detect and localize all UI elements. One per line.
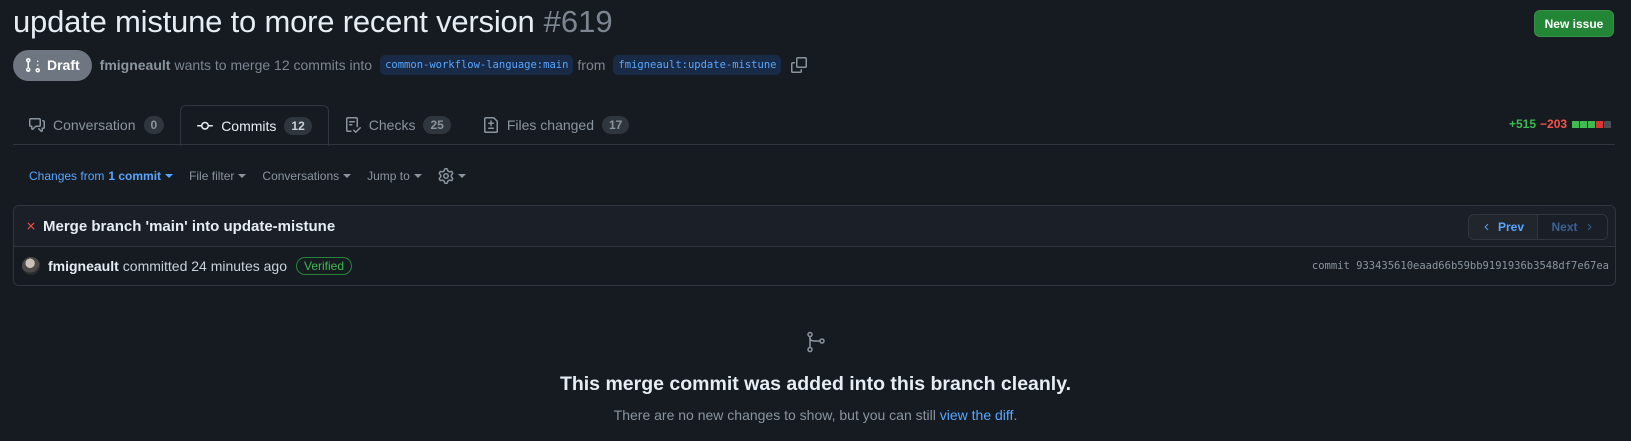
commit-meta: fmigneault committed 24 minutes ago Veri… [14, 247, 1615, 285]
empty-state-subtitle-prefix: There are no new changes to show, but yo… [613, 407, 936, 423]
next-label: Next [1551, 220, 1578, 234]
caret-down-icon [238, 174, 247, 178]
changes-value: 1 commit [108, 169, 162, 183]
empty-state-subtitle-suffix: . [1013, 407, 1018, 423]
copy-icon[interactable] [791, 57, 808, 73]
additions-count: +515 [1509, 117, 1537, 131]
tab-files-changed[interactable]: Files changed 17 [467, 105, 646, 145]
git-branch-icon [804, 330, 828, 359]
changes-from-dropdown[interactable]: Changes from 1 commit [29, 169, 174, 183]
diffstat: +515 −203 [1509, 117, 1612, 131]
caret-down-icon [165, 174, 174, 178]
tab-conversation[interactable]: Conversation 0 [13, 105, 180, 145]
tab-counter: 12 [284, 117, 312, 135]
pr-title: update mistune to more recent version [13, 4, 535, 39]
commit-header: Merge branch 'main' into update-mistune … [14, 206, 1615, 247]
conversations-label: Conversations [262, 169, 340, 183]
diff-toolbar: Changes from 1 commit File filter Conver… [29, 167, 482, 185]
diffstat-block [1580, 121, 1588, 128]
chevron-right-icon [1584, 222, 1594, 232]
comment-discussion-icon [29, 118, 45, 132]
tabs-divider [13, 144, 1615, 145]
from-text: from [577, 57, 606, 73]
head-branch-link[interactable]: fmigneault:update-mistune [613, 55, 782, 75]
tab-label: Checks [368, 117, 416, 133]
prev-button[interactable]: Prev [1469, 215, 1538, 239]
commit-box: Merge branch 'main' into update-mistune … [13, 205, 1616, 286]
diffstat-block [1572, 121, 1580, 128]
changes-prefix: Changes from [29, 169, 105, 183]
caret-down-icon [413, 174, 422, 178]
tab-label: Commits [221, 118, 277, 134]
commit-sha: commit 933435610eaad66b59bb9191936b3548d… [1311, 260, 1609, 272]
gear-icon [438, 168, 454, 184]
pr-title-row: update mistune to more recent version #6… [13, 4, 613, 44]
tab-counter: 0 [143, 116, 165, 134]
tab-counter: 25 [423, 116, 451, 134]
file-filter-dropdown[interactable]: File filter [189, 169, 247, 183]
committed-time: committed 24 minutes ago [122, 258, 287, 274]
chevron-left-icon [1482, 222, 1492, 232]
tab-checks[interactable]: Checks 25 [329, 105, 467, 145]
pr-tabs: Conversation 0 Commits 12 Checks 25 File… [13, 105, 646, 146]
commit-author-link[interactable]: fmigneault [48, 258, 119, 274]
empty-state-title: This merge commit was added into this br… [559, 373, 1072, 395]
empty-state-subtitle: There are no new changes to show, but yo… [0, 407, 1631, 423]
prev-next-group: Prev Next [1468, 214, 1608, 240]
file-diff-icon [483, 117, 498, 133]
conversations-dropdown[interactable]: Conversations [262, 169, 352, 183]
diffstat-blocks [1571, 117, 1612, 131]
next-button[interactable]: Next [1538, 215, 1607, 239]
empty-state: This merge commit was added into this br… [0, 330, 1631, 423]
checklist-icon [345, 117, 361, 133]
diffstat-block [1604, 121, 1612, 128]
jump-to-label: Jump to [367, 169, 410, 183]
prev-label: Prev [1497, 220, 1525, 234]
pr-number: #619 [543, 4, 613, 39]
caret-down-icon [343, 174, 352, 178]
jump-to-dropdown[interactable]: Jump to [367, 169, 422, 183]
pr-meta: Draft fmigneault wants to merge 12 commi… [13, 49, 808, 81]
base-branch-link[interactable]: common-workflow-language:main [380, 55, 574, 75]
commit-title: Merge branch 'main' into update-mistune [43, 217, 336, 235]
deletions-count: −203 [1540, 117, 1568, 131]
file-filter-label: File filter [189, 169, 235, 183]
tab-label: Conversation [53, 117, 136, 133]
tab-counter: 17 [602, 116, 630, 134]
draft-label: Draft [47, 57, 80, 73]
settings-dropdown[interactable] [438, 168, 466, 184]
diffstat-block [1596, 121, 1604, 128]
git-commit-icon [197, 121, 214, 130]
tab-label: Files changed [506, 117, 594, 133]
merge-text: wants to merge 12 commits into [174, 57, 373, 73]
new-issue-button[interactable]: New issue [1534, 10, 1614, 37]
view-diff-link[interactable]: view the diff [940, 407, 1014, 423]
diffstat-block [1588, 121, 1596, 128]
avatar[interactable] [22, 257, 40, 275]
git-pull-request-draft-icon [26, 58, 40, 73]
pr-author-link[interactable]: fmigneault [100, 57, 171, 73]
draft-status-badge: Draft [13, 49, 92, 81]
tab-commits[interactable]: Commits 12 [180, 105, 329, 146]
verified-badge[interactable]: Verified [295, 257, 353, 275]
x-icon[interactable] [25, 220, 37, 232]
caret-down-icon [457, 174, 466, 178]
